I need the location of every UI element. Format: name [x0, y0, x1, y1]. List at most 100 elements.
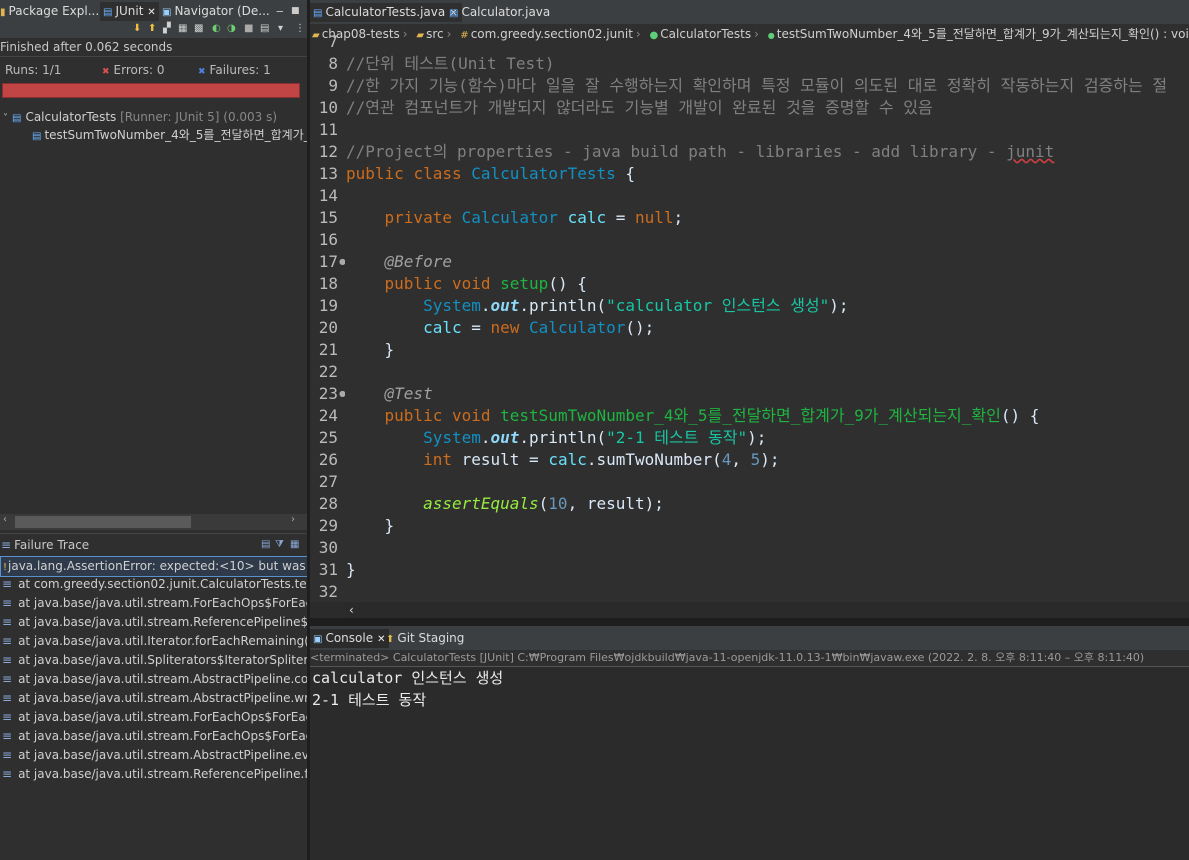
more-options-icon[interactable]: ⋮ [295, 22, 305, 36]
next-failure-icon[interactable]: ⬇ [133, 22, 141, 36]
breadcrumb-package[interactable]: # com.greedy.section02.junit › [460, 24, 640, 44]
previous-failure-icon[interactable]: ⬆ [148, 22, 156, 36]
breadcrumb-separator-icon: › [754, 27, 759, 41]
scroll-left-icon[interactable]: ‹ [349, 602, 354, 618]
stack-frame-icon: ≡ [2, 615, 13, 629]
trace-line[interactable]: ≡ at java.base/java.util.stream.Reference… [0, 613, 307, 632]
tab-navigator[interactable]: ▣ Navigator (De... [162, 2, 270, 21]
filter-trace-icon[interactable]: ⧩ [275, 534, 284, 556]
code-token: @Before [384, 252, 452, 271]
chevron-down-icon[interactable]: ˅ [3, 113, 8, 124]
code-token: . [480, 428, 491, 447]
code-token: calc [548, 450, 587, 469]
line-number: 14 [318, 186, 338, 205]
line-number: 23 [318, 384, 338, 403]
line-number: 32 [318, 582, 338, 601]
code-token: , [731, 450, 751, 469]
scroll-right-icon[interactable]: › [291, 514, 295, 525]
trace-line[interactable]: ≡ at java.base/java.util.Iterator.forEach… [0, 632, 307, 651]
editor-horizontal-scrollbar[interactable]: ‹ [345, 602, 1189, 618]
errors-counter: ✖ Errors: 0 [102, 63, 165, 77]
code-token: Calculator [461, 208, 558, 227]
method-icon: ● [767, 31, 775, 40]
rerun-icon[interactable]: ◐ [212, 22, 221, 36]
tree-node-calculatortests[interactable]: ˅ ▤ CalculatorTests [Runner: JUnit 5] (0.0… [3, 108, 277, 126]
code-token: = [461, 318, 491, 337]
code-line-20: calc = new Calculator(); [346, 317, 654, 339]
test-suite-icon: ▤ [12, 113, 22, 124]
tree-node-test-method[interactable]: ▤ testSumTwoNumber_4와_5를_전달하면_합계가_ [32, 126, 307, 144]
trace-line[interactable]: ≡ at java.base/java.util.Spliterators$Ite… [0, 651, 307, 670]
breadcrumb-src[interactable]: ▰ src › [416, 24, 451, 44]
trace-text: java.lang.AssertionError: expected:<10> … [8, 559, 307, 573]
maximize-icon[interactable]: ■ [291, 2, 300, 21]
tab-calculator-java[interactable]: ▤ Calculator.java [449, 3, 550, 22]
compare-result-icon[interactable]: ▦ [290, 534, 299, 556]
minimize-icon[interactable]: ‒ [276, 2, 284, 21]
tab-git-staging[interactable]: ⬆ Git Staging [386, 629, 464, 648]
tree-horizontal-scrollbar[interactable]: ‹ › [0, 514, 307, 530]
code-token: out [490, 428, 520, 447]
code-editor[interactable]: //단위 테스트(Unit Test) //한 가지 기능(함수)마다 일을 잘… [345, 44, 1189, 602]
code-token: public [346, 164, 404, 183]
trace-text: at java.base/java.util.stream.ReferenceP… [18, 615, 307, 629]
trace-line[interactable]: ≡ at java.base/java.util.stream.AbstractP… [0, 689, 307, 708]
stop-icon[interactable]: ■ [244, 22, 253, 36]
trace-line[interactable]: ≡ at java.base/java.util.stream.ForEachOp… [0, 594, 307, 613]
code-token: ( [538, 494, 549, 513]
trace-line[interactable]: ≡ at java.base/java.util.stream.AbstractP… [0, 670, 307, 689]
tab-calculatortests-java[interactable]: ▤ CalculatorTests.java ✕ [310, 3, 462, 22]
horizontal-splitter[interactable] [310, 618, 1189, 626]
line-number: 12 [318, 142, 338, 161]
scroll-left-icon[interactable]: ‹ [3, 514, 7, 525]
errors-label: Errors: 0 [113, 63, 165, 77]
rerun-failed-icon[interactable]: ◑ [227, 22, 236, 36]
tab-label: Console [325, 631, 374, 645]
show-failures-only-icon[interactable]: ▞ [163, 22, 171, 36]
java-file-icon: ▤ [449, 8, 459, 19]
code-token: .println( [519, 428, 607, 447]
code-token: void [451, 406, 491, 425]
breadcrumb-class[interactable]: ● CalculatorTests › [650, 24, 759, 44]
code-token: ); [760, 450, 780, 469]
tab-junit[interactable]: ▤ JUnit ✕ [100, 2, 159, 21]
test-progress-bar [2, 83, 300, 98]
code-token: (); [625, 318, 655, 337]
trace-line[interactable]: ≡ at java.base/java.util.stream.Reference… [0, 765, 307, 784]
tab-package-explorer[interactable]: ▮ Package Expl... [0, 2, 99, 21]
trace-line[interactable]: ≡ at com.greedy.section02.junit.Calculato… [0, 575, 307, 594]
stack-frame-icon: ≡ [2, 691, 13, 705]
code-line-28: assertEquals(10, result); [346, 493, 664, 515]
scroll-lock-icon[interactable]: ▦ [178, 22, 187, 36]
view-menu-chevron-down-icon[interactable]: ▾ [278, 22, 283, 36]
line-number: 17 [318, 252, 338, 271]
trace-line[interactable]: ≡ at java.base/java.util.stream.AbstractP… [0, 746, 307, 765]
line-number: 7 [328, 32, 338, 51]
tab-label: Package Expl... [8, 4, 100, 18]
trace-line[interactable]: ≡ at java.base/java.util.stream.ForEachOp… [0, 727, 307, 746]
code-token: () { [1000, 406, 1040, 425]
code-token: int [423, 450, 452, 469]
code-token: 10 [548, 494, 568, 513]
line-number: 20 [318, 318, 338, 337]
close-icon[interactable]: ✕ [377, 634, 385, 645]
filter-stack-icon[interactable]: ▤ [261, 534, 270, 556]
spelling-error-token: junit [1006, 142, 1055, 161]
junit-finished-status: Finished after 0.062 seconds [0, 40, 173, 54]
tree-node-label: CalculatorTests [25, 110, 117, 124]
code-token: 4 [721, 450, 732, 469]
code-line-10: //연관 컴포넌트가 개발되지 않더라도 기능별 개발이 완료된 것을 증명할 … [346, 98, 933, 117]
code-token: System [423, 428, 481, 447]
trace-line[interactable]: ≡ at java.base/java.util.stream.ForEachOp… [0, 708, 307, 727]
trace-line-selected[interactable]: !java.lang.AssertionError: expected:<10>… [0, 556, 307, 577]
console-output[interactable]: calculator 인스턴스 생성 2-1 테스트 동작 [310, 667, 1189, 860]
code-token: } [346, 560, 356, 579]
breadcrumb-method[interactable]: ● testSumTwoNumber_4와_5를_전달하면_합계가_9가_계산되는… [768, 24, 1189, 44]
tab-console[interactable]: ▣ Console ✕ [310, 629, 390, 648]
scrollbar-thumb[interactable] [15, 516, 191, 528]
code-line-8: //단위 테스트(Unit Test) [346, 54, 555, 73]
history-icon[interactable]: ▤ [260, 22, 269, 36]
console-tab-bar: ▣ Console ✕ ⬆ Git Staging [310, 626, 1189, 650]
close-icon[interactable]: ✕ [147, 7, 155, 18]
layout-icon[interactable]: ▩ [194, 22, 203, 36]
